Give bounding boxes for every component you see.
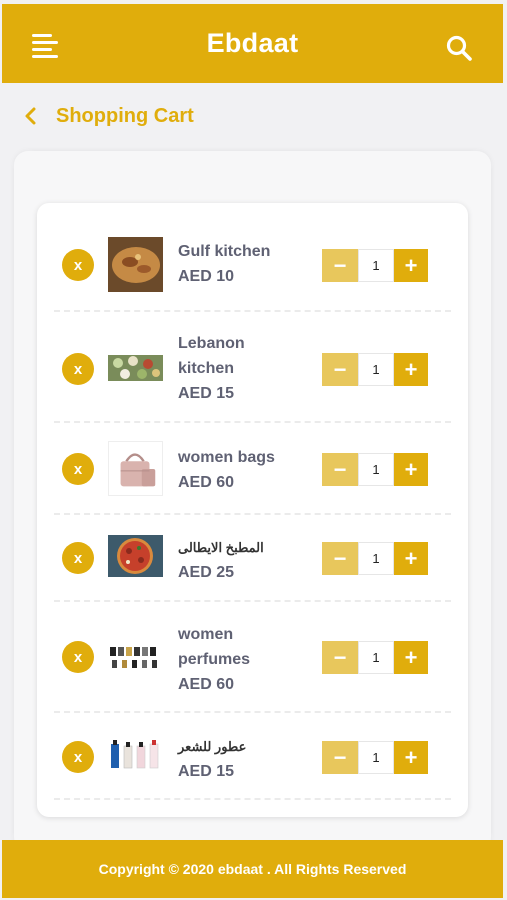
quantity-stepper: − + (322, 249, 428, 282)
item-name: Gulf kitchen (178, 243, 271, 260)
item-name: عطور للشعر (178, 739, 247, 754)
item-price: AED 15 (178, 763, 235, 780)
handbag-image (108, 441, 163, 496)
hair-perfume-image (108, 738, 163, 772)
quantity-stepper: − + (322, 542, 428, 575)
page-title: Shopping Cart (56, 104, 194, 127)
item-price: AED 10 (178, 268, 235, 285)
item-price: AED 25 (178, 564, 235, 581)
quantity-input[interactable] (358, 453, 394, 486)
quantity-stepper: − + (322, 353, 428, 386)
quantity-stepper: − + (322, 641, 428, 674)
breadcrumb: Shopping Cart (24, 103, 194, 129)
perfume-bottles-image (108, 641, 163, 671)
row-divider (54, 798, 451, 800)
row-divider (54, 711, 451, 713)
cart-item: x عطور للشعر AED 15 − + (37, 714, 468, 804)
decrease-quantity-button[interactable]: − (322, 542, 358, 575)
quantity-input[interactable] (358, 249, 394, 282)
mezze-platter-image (108, 341, 163, 396)
decrease-quantity-button[interactable]: − (322, 641, 358, 674)
quantity-input[interactable] (358, 741, 394, 774)
rice-dish-image (108, 237, 163, 292)
quantity-stepper: − + (322, 741, 428, 774)
decrease-quantity-button[interactable]: − (322, 353, 358, 386)
increase-quantity-button[interactable]: + (394, 542, 428, 575)
app-header: Ebdaat (2, 4, 503, 83)
remove-item-button[interactable]: x (62, 741, 94, 773)
item-info: women perfumes AED 60 (178, 622, 308, 697)
item-info: women bags AED 60 (178, 445, 308, 495)
item-info: Gulf kitchen AED 10 (178, 239, 308, 289)
item-price: AED 15 (178, 385, 235, 402)
increase-quantity-button[interactable]: + (394, 353, 428, 386)
decrease-quantity-button[interactable]: − (322, 249, 358, 282)
decrease-quantity-button[interactable]: − (322, 741, 358, 774)
footer: Copyright © 2020 ebdaat . All Rights Res… (2, 840, 503, 898)
item-price: AED 60 (178, 676, 235, 693)
item-info: عطور للشعر AED 15 (178, 734, 308, 784)
quantity-input[interactable] (358, 641, 394, 674)
cart-item: x women perfumes AED 60 − + (37, 601, 468, 714)
item-info: Lebanon kitchen AED 15 (178, 331, 308, 406)
remove-item-button[interactable]: x (62, 249, 94, 281)
cart-list: x Gulf kitchen AED 10 − + x Lebanon kitc… (37, 203, 468, 817)
decrease-quantity-button[interactable]: − (322, 453, 358, 486)
item-info: المطبخ الايطالى AED 25 (178, 535, 308, 585)
remove-item-button[interactable]: x (62, 453, 94, 485)
item-price: AED 60 (178, 474, 235, 491)
cart-item: x المطبخ الايطالى AED 25 − + (37, 515, 468, 602)
item-name: Lebanon kitchen (178, 335, 245, 377)
remove-item-button[interactable]: x (62, 353, 94, 385)
cart-item: x Lebanon kitchen AED 15 − + (37, 311, 468, 423)
remove-item-button[interactable]: x (62, 641, 94, 673)
cart-item: x Gulf kitchen AED 10 − + (37, 203, 468, 312)
item-name: women perfumes (178, 626, 251, 668)
search-icon[interactable] (445, 34, 473, 62)
remove-item-button[interactable]: x (62, 542, 94, 574)
increase-quantity-button[interactable]: + (394, 249, 428, 282)
brand-title: Ebdaat (206, 28, 299, 58)
quantity-input[interactable] (358, 542, 394, 575)
increase-quantity-button[interactable]: + (394, 453, 428, 486)
item-name: المطبخ الايطالى (178, 540, 264, 555)
copyright-text: Copyright © 2020 ebdaat . All Rights Res… (98, 861, 407, 877)
quantity-stepper: − + (322, 453, 428, 486)
chevron-left-icon[interactable] (24, 106, 38, 126)
increase-quantity-button[interactable]: + (394, 641, 428, 674)
increase-quantity-button[interactable]: + (394, 741, 428, 774)
quantity-input[interactable] (358, 353, 394, 386)
pizza-image (108, 535, 163, 577)
item-name: women bags (178, 449, 275, 466)
cart-item: x women bags AED 60 − + (37, 423, 468, 515)
